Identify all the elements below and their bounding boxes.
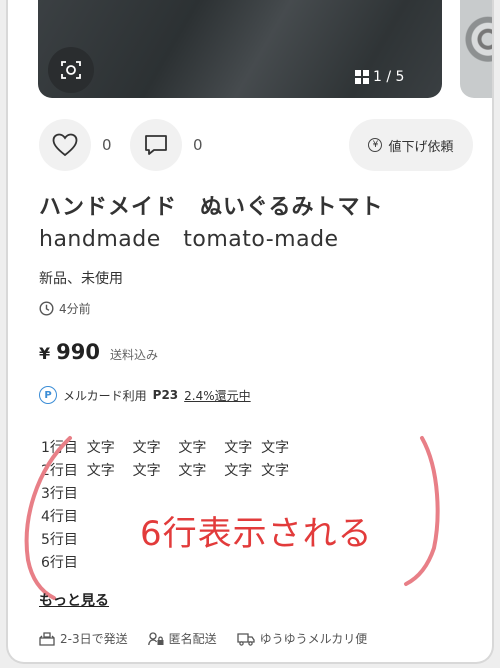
left-bracket xyxy=(24,436,72,600)
shipping-days: 2-3日で発送 xyxy=(39,630,128,647)
annotation-overlay: 6行表示される xyxy=(24,436,440,600)
anonymous-shipping: 匿名配送 xyxy=(147,630,217,647)
annotation-text: 6行表示される xyxy=(140,514,373,554)
shipping-days-text: 2-3日で発送 xyxy=(60,632,128,646)
right-bracket xyxy=(404,436,440,586)
shipping-info: 2-3日で発送 匿名配送 ゆうゆうメルカリ便 xyxy=(39,630,367,647)
box-icon xyxy=(39,631,55,646)
shipping-method: ゆうゆうメルカリ便 xyxy=(236,630,368,647)
item-card: 1 / 5 0 0 ¥ 値下げ依頼 ハンドメイド ぬいぐるみトマト handma… xyxy=(6,0,494,664)
truck-icon xyxy=(236,632,255,646)
anonymous-shipping-text: 匿名配送 xyxy=(168,632,217,646)
person-lock-icon xyxy=(147,631,164,645)
shipping-method-text: ゆうゆうメルカリ便 xyxy=(259,632,368,646)
show-more-link[interactable]: もっと見る xyxy=(39,590,109,610)
